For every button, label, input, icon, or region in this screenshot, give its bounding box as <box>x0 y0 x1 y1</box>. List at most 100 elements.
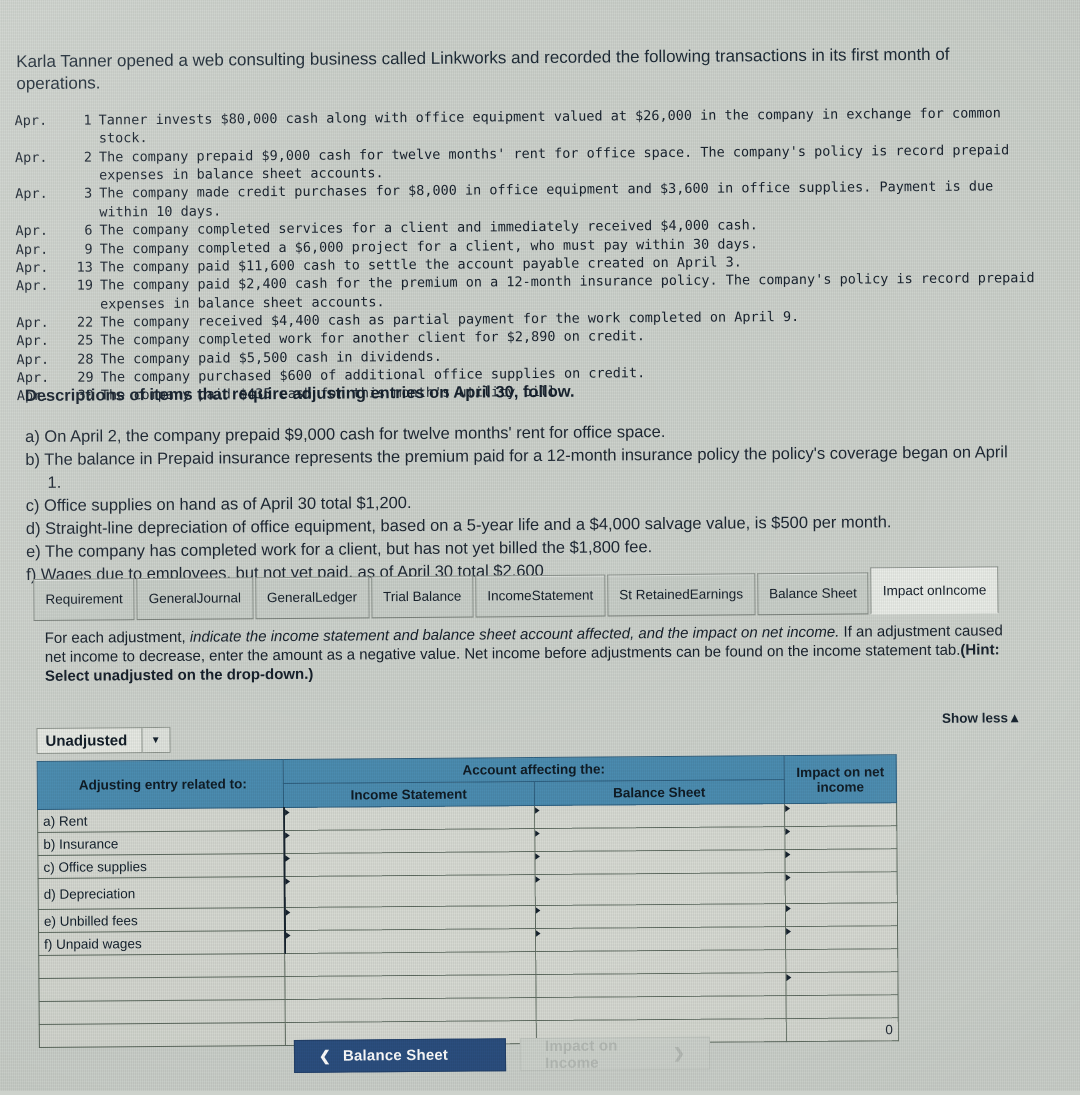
cell-adjusting-entry <box>39 999 286 1025</box>
cell-total-impact[interactable]: 0 <box>786 1017 899 1042</box>
next-button-label: Impact on Income <box>544 1036 618 1072</box>
cell-adjusting-entry: d) Depreciation <box>38 876 285 910</box>
transaction-day: 3 <box>84 185 93 203</box>
transaction-month: Apr. <box>16 333 49 350</box>
cell-income-statement-select[interactable] <box>283 805 535 831</box>
cell-income-statement-select[interactable] <box>284 874 535 908</box>
tab-general-journal[interactable]: General Journal <box>136 577 254 621</box>
table-body: a) Rent b) Insurance c) Office supplies d) … <box>37 802 899 1048</box>
cell-balance-sheet-select[interactable] <box>534 826 785 852</box>
cell-dropdown-caret-icon <box>285 909 290 916</box>
cell-adjusting-entry: e) Unbilled fees <box>38 907 285 933</box>
dropdown-selected-value: Unadjusted <box>45 731 128 750</box>
th-balance-sheet: Balance Sheet <box>533 779 785 806</box>
worksheet-tabs: Requirement General Journal General Ledger Tr… <box>33 565 1000 621</box>
cell-dropdown-caret-icon <box>285 832 290 839</box>
cell-dropdown-caret-icon <box>785 851 790 858</box>
cell-dropdown-caret-icon <box>285 809 290 816</box>
transaction-day: 19 <box>76 277 94 294</box>
transaction-day: 22 <box>76 314 94 331</box>
tab-label-line2: Statement <box>531 588 594 604</box>
transaction-month: Apr. <box>15 278 49 295</box>
transaction-list: Apr. 1 Tanner invests $80,000 cash along w… <box>15 104 1047 406</box>
cell-dropdown-caret-icon <box>286 932 291 939</box>
cell-balance-sheet-select[interactable] <box>535 995 787 1021</box>
cell-income-statement-select[interactable] <box>283 828 535 854</box>
tab-label-line2: Journal <box>196 590 242 607</box>
cell-adjusting-entry <box>39 1022 286 1048</box>
cell-dropdown-caret-icon <box>786 974 791 981</box>
transaction-day: 1 <box>83 112 92 129</box>
cell-income-statement-select[interactable] <box>283 851 535 877</box>
cell-adjusting-entry: a) Rent <box>37 807 284 833</box>
cell-dropdown-caret-icon <box>535 807 540 814</box>
prev-balance-sheet-button[interactable]: ❮ Balance Sheet <box>293 1038 507 1073</box>
tab-impact-on-income[interactable]: Impact on Income <box>870 566 999 615</box>
cell-balance-sheet-select[interactable] <box>534 903 786 929</box>
transaction-month: Apr. <box>15 259 49 276</box>
transaction-day: 29 <box>77 369 94 386</box>
cell-dropdown-caret-icon <box>786 928 791 935</box>
cell-balance-sheet-select[interactable] <box>535 949 786 975</box>
cell-income-statement-select[interactable] <box>284 951 536 977</box>
cell-impact-on-net-income[interactable] <box>785 925 898 950</box>
cell-dropdown-caret-icon <box>285 878 290 885</box>
show-less-toggle[interactable]: Show less▲ <box>942 710 1022 726</box>
tab-st-retained-earnings[interactable]: St Retained Earnings <box>607 573 756 617</box>
transaction-month: Apr. <box>16 314 49 332</box>
transaction-month: Apr. <box>16 369 50 387</box>
cell-income-statement-select[interactable] <box>284 905 536 931</box>
cell-adjusting-entry: f) Unpaid wages <box>38 930 285 956</box>
chevron-left-icon: ❮ <box>318 1047 332 1064</box>
tab-requirement[interactable]: Requirement <box>33 578 135 621</box>
next-impact-on-income-button[interactable]: Impact on Income ❯ <box>519 1036 711 1072</box>
transaction-day: 28 <box>77 351 94 368</box>
cell-impact-on-net-income[interactable] <box>785 871 898 904</box>
cell-balance-sheet-select[interactable] <box>534 803 785 829</box>
cell-impact-on-net-income[interactable] <box>784 825 897 850</box>
impact-on-income-grid: Adjusting entry related to: Account affe… <box>37 754 899 1048</box>
cell-impact-on-net-income[interactable] <box>784 848 898 873</box>
transaction-month: Apr. <box>14 112 48 130</box>
cell-income-statement-select[interactable] <box>284 974 536 1000</box>
tab-trial-balance[interactable]: Trial Balance <box>370 575 474 619</box>
cell-adjusting-entry: c) Office supplies <box>37 853 285 879</box>
adjustments-table: Adjusting entry related to: Account affe… <box>37 754 899 1048</box>
cell-income-statement-select[interactable] <box>285 997 536 1023</box>
cell-balance-sheet-select[interactable] <box>535 972 787 998</box>
transaction-day: 13 <box>76 259 93 276</box>
cell-dropdown-caret-icon <box>786 874 791 881</box>
tab-label-line1: Requirement <box>45 591 123 608</box>
th-adjusting-entry: Adjusting entry related to: <box>37 759 284 810</box>
problem-intro: Karla Tanner opened a web consulting bus… <box>16 44 950 94</box>
transaction-month: Apr. <box>15 186 48 203</box>
th-impact-on-net-income: Impact on net income <box>784 754 897 804</box>
cell-impact-on-net-income[interactable] <box>785 971 899 996</box>
tab-general-ledger[interactable]: General Ledger <box>254 576 370 620</box>
cell-dropdown-caret-icon <box>535 853 540 860</box>
tab-balance-sheet[interactable]: Balance Sheet <box>756 572 870 616</box>
cell-income-statement-select[interactable] <box>284 928 536 954</box>
chevron-down-icon[interactable]: ▼ <box>141 727 170 753</box>
cell-balance-sheet-select[interactable] <box>534 849 786 875</box>
unadjusted-dropdown[interactable]: Unadjusted ▼ <box>36 726 171 754</box>
cell-balance-sheet-select[interactable] <box>534 872 786 906</box>
adjustments-heading: Descriptions of items that require adjus… <box>24 382 575 406</box>
cell-adjusting-entry: b) Insurance <box>37 830 284 856</box>
tab-label-line1: General <box>148 591 197 607</box>
cell-impact-on-net-income[interactable] <box>785 902 898 927</box>
cell-impact-on-net-income[interactable] <box>785 948 898 973</box>
adjustments-list: a) On April 2, the company prepaid $9,00… <box>25 419 1026 587</box>
cell-impact-on-net-income[interactable] <box>786 994 899 1019</box>
chevron-right-icon: ❯ <box>672 1044 686 1061</box>
table-header: Adjusting entry related to: Account affe… <box>37 754 897 810</box>
show-less-label: Show less <box>941 710 1009 726</box>
transaction-month: Apr. <box>14 149 48 166</box>
tab-income-statement[interactable]: Income Statement <box>475 574 606 618</box>
tab-label-line1: Balance Sheet <box>768 585 857 602</box>
transaction-day: 9 <box>84 241 93 258</box>
cell-balance-sheet-select[interactable] <box>535 926 786 952</box>
cell-impact-on-net-income[interactable] <box>784 802 897 827</box>
prev-button-label: Balance Sheet <box>342 1046 449 1065</box>
caret-up-icon: ▲ <box>1007 710 1022 726</box>
